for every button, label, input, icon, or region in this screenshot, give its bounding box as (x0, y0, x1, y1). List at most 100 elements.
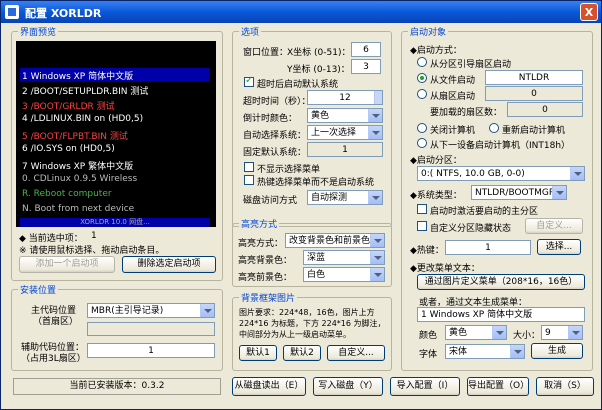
aux-code-input[interactable]: 1 (87, 343, 215, 358)
window-pos-label: 窗口位置： (243, 48, 289, 58)
chevron-down-icon[interactable] (510, 345, 524, 358)
font-value: 宋体 (449, 347, 468, 357)
custom-hide-button[interactable]: 自定义... (525, 218, 583, 234)
restart-radio[interactable] (489, 123, 499, 133)
boot-partition-radio[interactable] (417, 57, 427, 67)
read-disk-button[interactable]: 从磁盘读出（E） (232, 377, 306, 396)
system-type-select[interactable]: NTLDR/BOOTMGR (471, 185, 567, 200)
chevron-down-icon[interactable] (368, 191, 382, 204)
chevron-down-icon[interactable] (370, 268, 384, 281)
system-type-value: NTLDR/BOOTMGR (475, 188, 556, 198)
auto-select-value: 上一次选择 (311, 128, 357, 138)
version-status: 当前已安装版本：0.3.2 (13, 378, 221, 395)
target-group-title: 启动对象 (408, 25, 449, 38)
import-config-button[interactable]: 导入配置（I） (390, 377, 460, 396)
preview-menu-item[interactable]: 7 Windows XP 繁体中文版 (22, 159, 133, 172)
hotkey-input[interactable]: 1 (445, 240, 531, 255)
font-label: 字体 (419, 350, 438, 360)
chevron-down-icon[interactable] (570, 167, 584, 180)
chevron-down-icon[interactable] (368, 109, 382, 122)
install-group-title: 安装位置 (18, 283, 59, 296)
bgimage-group-title: 背景框架图片 (239, 291, 298, 304)
boot-file-input[interactable]: NTLDR (485, 70, 583, 85)
change-text-label: ◆更改菜单文本： (410, 264, 480, 274)
title-bar[interactable]: 配置 XORLDR X (1, 1, 601, 23)
bgimage-custom-button[interactable]: 自定义... (327, 345, 385, 361)
boot-file-radio[interactable] (417, 73, 427, 83)
font-select[interactable]: 宋体 (445, 344, 525, 359)
chevron-down-icon[interactable] (370, 251, 384, 264)
preview-header (16, 41, 216, 67)
boot-sector-value: 0 (531, 89, 537, 99)
boot-sector-label: 从扇区启动 (430, 92, 476, 102)
set-primary-label: 启动时激活要启动的主分区 (430, 207, 539, 217)
export-config-button[interactable]: 导出配置（O） (467, 377, 529, 396)
timer-color-select[interactable]: 黄色 (307, 108, 383, 123)
preview-menu-item[interactable]: R. Reboot computer (22, 189, 112, 199)
y-coord-input[interactable]: 3 (351, 59, 381, 74)
chevron-down-icon[interactable] (492, 326, 506, 339)
chevron-down-icon[interactable] (370, 234, 384, 247)
sector-count-input: 0 (507, 102, 583, 117)
highlight-group-title: 高亮方式 (239, 217, 280, 230)
delete-entry-button[interactable]: 删除选定启动项 (122, 256, 216, 273)
main-code-select[interactable]: MBR(主引导记录) (87, 303, 215, 318)
preview-menu-item[interactable]: 2 /BOOT/SETUPLDR.BIN 测试 (22, 84, 148, 97)
preview-menu-item[interactable]: 3 /BOOT/GRLDR 测试 (22, 99, 115, 112)
font-size-select[interactable]: 9 (541, 325, 583, 340)
highlight-fg-select[interactable]: 白色 (303, 267, 385, 282)
add-entry-button[interactable]: 添加一个启动项 (19, 256, 115, 273)
chevron-down-icon[interactable] (552, 186, 566, 199)
close-button[interactable]: X (580, 3, 598, 21)
default1-button[interactable]: 默认1 (239, 345, 277, 361)
preview-menu-item[interactable]: 1 Windows XP 简体中文版 (22, 69, 133, 82)
picture-menu-button[interactable]: 通过图片定义菜单（208*16，16色） (417, 274, 585, 290)
text-color-value: 黄色 (449, 328, 468, 338)
highlight-mode-select[interactable]: 改变背景色和前景色 (285, 233, 385, 248)
set-primary-checkbox[interactable] (417, 204, 427, 214)
timeout-input[interactable]: 12 (307, 90, 383, 105)
cancel-button[interactable]: 取消（S） (536, 377, 594, 396)
spinner-icon[interactable] (374, 91, 382, 104)
timer-color-value: 黄色 (311, 111, 330, 121)
next-device-radio[interactable] (417, 138, 427, 148)
disk-access-select[interactable]: 自动探测 (307, 190, 383, 205)
hide-menu-checkbox[interactable] (244, 162, 254, 172)
restart-label: 重新启动计算机 (502, 126, 566, 136)
highlight-bg-label: 高亮背景色： (238, 256, 293, 266)
menu-text-input[interactable]: 1 Windows XP 简体中文版 (417, 307, 585, 322)
preview-menu-item[interactable]: 6 /IO.SYS on (HD0,5) (22, 144, 115, 154)
shutdown-radio[interactable] (417, 123, 427, 133)
chevron-down-icon[interactable] (200, 304, 214, 317)
boot-file-label: 从文件启动 (430, 76, 476, 86)
preview-menu-item[interactable]: N. Boot from next device (22, 204, 134, 214)
write-disk-button[interactable]: 写入磁盘（Y） (313, 377, 383, 396)
sector-count-label: 要加载的扇区数： (430, 108, 503, 118)
preview-menu-item[interactable]: 0. CDLinux 0.9.5 Wireless (22, 174, 137, 184)
aux-code-value: 1 (148, 346, 154, 356)
window-title: 配置 XORLDR (25, 7, 102, 20)
x-coord-value: 6 (363, 45, 369, 55)
hotkey-select-button[interactable]: 选择... (537, 239, 581, 255)
partition-select[interactable]: 0:( NTFS, 10.0 GB, 0-0) (417, 166, 585, 181)
chevron-down-icon[interactable] (568, 326, 582, 339)
custom-hide-checkbox[interactable] (417, 221, 427, 231)
hotkey-menu-checkbox[interactable] (244, 175, 254, 185)
text-color-select[interactable]: 黄色 (445, 325, 507, 340)
boot-sector-radio[interactable] (417, 89, 427, 99)
preview-menu-item[interactable]: 5 /BOOT/FLPBT.BIN 测试 (22, 129, 128, 142)
disk-access-label: 磁盘访问方式 (243, 196, 298, 206)
highlight-bg-select[interactable]: 深蓝 (303, 250, 385, 265)
boot-partition-label: 从分区引导扇区启动 (430, 60, 512, 70)
x-coord-input[interactable]: 6 (351, 42, 381, 57)
auto-select-select[interactable]: 上一次选择 (307, 125, 383, 140)
bgimage-description: 图片要求：224*48，16色，图片上方224*16 为标题，下方 224*16… (239, 308, 386, 339)
timeout-enable-checkbox[interactable] (244, 75, 254, 87)
chevron-down-icon[interactable] (368, 126, 382, 139)
menu-preview[interactable]: 1 Windows XP 简体中文版 2 /BOOT/SETUPLDR.BIN … (16, 41, 216, 227)
generate-button[interactable]: 生成 (531, 343, 583, 359)
timeout-label: 超时时间（秒）： (243, 97, 311, 107)
default2-button[interactable]: 默认2 (283, 345, 321, 361)
preview-menu-item[interactable]: 4 /LDLINUX.BIN on (HD0,5) (22, 114, 143, 124)
fixed-default-value: 1 (342, 145, 348, 155)
